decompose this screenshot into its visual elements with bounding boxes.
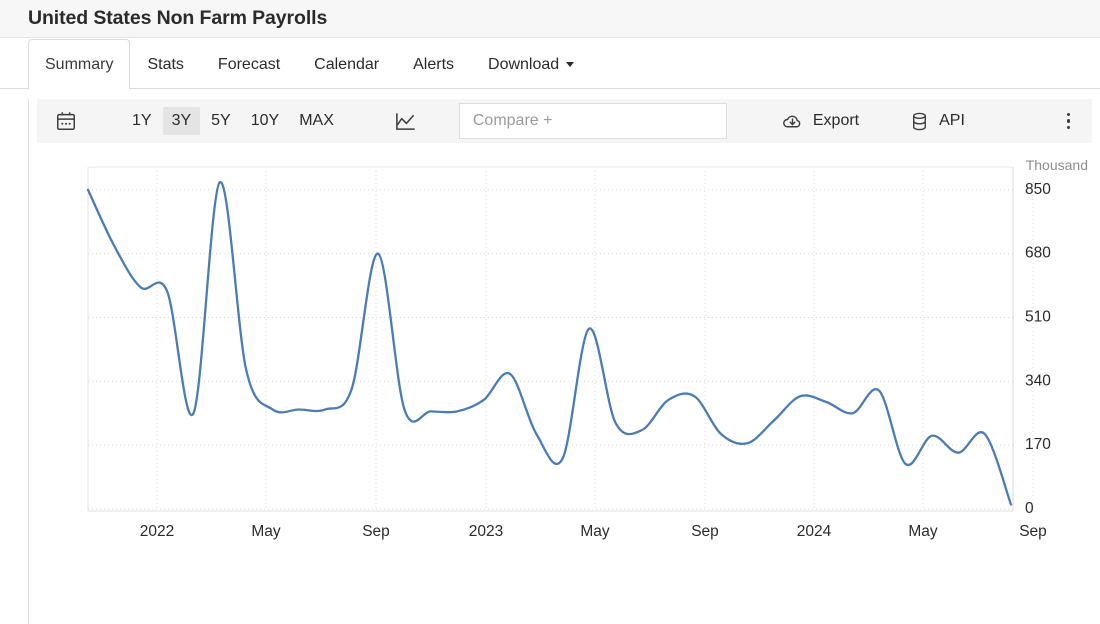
tab-label: Calendar [314, 56, 379, 74]
x-axis-tick-label: Sep [1019, 523, 1047, 540]
x-axis-tick-label: Sep [362, 523, 390, 540]
tab-calendar[interactable]: Calendar [297, 39, 396, 89]
compare-input[interactable]: Compare + [459, 103, 727, 139]
export-label: Export [813, 112, 859, 130]
chart-container: Thousand 0 170 340 510 680 850 2022 May Sep 2023 M… [29, 149, 1100, 609]
database-icon [909, 111, 930, 132]
y-axis-tick-label: 510 [1025, 309, 1051, 326]
y-axis-tick-label: 0 [1025, 500, 1034, 517]
range-1y[interactable]: 1Y [123, 107, 161, 135]
chart-unit-label: Thousand [1026, 157, 1088, 173]
tab-download[interactable]: Download [471, 39, 591, 89]
y-axis-tick-label: 340 [1025, 372, 1051, 389]
x-axis-tick-label: 2024 [797, 523, 832, 540]
series-line-non-farm-payrolls [88, 182, 1011, 504]
x-axis-tick-label: May [580, 523, 610, 540]
title-bar: United States Non Farm Payrolls [0, 0, 1100, 38]
x-axis-tick-label: May [251, 523, 281, 540]
calendar-icon[interactable] [51, 106, 81, 136]
chevron-down-icon [566, 62, 574, 67]
compare-placeholder-text: Compare + [473, 112, 553, 130]
range-max[interactable]: MAX [290, 107, 343, 135]
tab-forecast[interactable]: Forecast [201, 39, 297, 89]
tab-label: Download [488, 56, 559, 74]
line-chart-icon[interactable] [391, 106, 421, 136]
x-axis-tick-label: 2023 [469, 523, 503, 540]
y-axis-tick-label: 850 [1025, 181, 1051, 198]
page-root: United States Non Farm Payrolls SummaryS… [0, 0, 1100, 624]
payrolls-line-chart[interactable]: 0 170 340 510 680 850 2022 May Sep 2023 May Sep 2024… [29, 149, 1100, 589]
x-axis-tick-label: May [908, 523, 938, 540]
tab-strip: Summary Stats Forecast Calendar Alerts Downlo… [0, 38, 1100, 89]
api-button[interactable]: API [909, 111, 965, 132]
x-axis-tick-label: Sep [691, 523, 719, 540]
cloud-download-icon [781, 110, 804, 133]
x-axis-tick-label: 2022 [140, 523, 174, 540]
tab-alerts[interactable]: Alerts [396, 39, 471, 89]
kebab-menu-icon[interactable] [1059, 109, 1079, 134]
export-button[interactable]: Export [781, 110, 859, 133]
tab-label: Summary [45, 56, 113, 74]
y-axis-tick-label: 170 [1025, 436, 1051, 453]
range-3y[interactable]: 3Y [163, 107, 201, 135]
tab-summary[interactable]: Summary [28, 39, 130, 89]
range-10y[interactable]: 10Y [242, 107, 288, 135]
tab-label: Forecast [218, 56, 280, 74]
chart-toolbar: 1Y3Y5Y10YMAX Compare + [37, 99, 1092, 143]
y-axis-tick-label: 680 [1025, 245, 1051, 262]
content-panel: 1Y3Y5Y10YMAX Compare + [28, 99, 1100, 624]
tab-stats[interactable]: Stats [130, 39, 200, 89]
tab-label: Stats [147, 56, 183, 74]
tab-label: Alerts [413, 56, 454, 74]
range-5y[interactable]: 5Y [202, 107, 240, 135]
page-title: United States Non Farm Payrolls [28, 7, 327, 30]
api-label: API [939, 112, 965, 130]
range-selector: 1Y3Y5Y10YMAX [123, 107, 343, 135]
